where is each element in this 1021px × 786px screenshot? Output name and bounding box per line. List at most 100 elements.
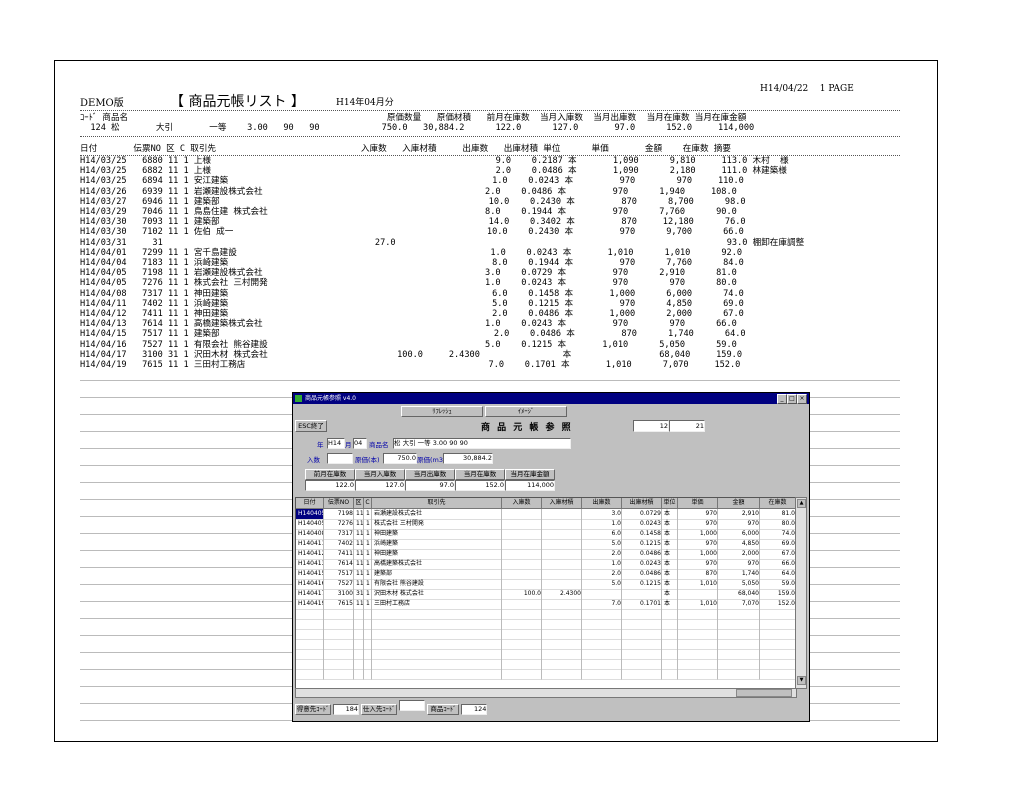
grid-header[interactable]: 在庫数: [760, 498, 796, 509]
status-product-label: 商品ｺｰﾄﾞ: [427, 704, 460, 715]
summary-header: ｺｰﾄﾞ 商品名 原価数量 原価材積 前月在庫数 当月入庫数 当月出庫数 当月在…: [80, 113, 747, 123]
image-button[interactable]: ｲﾒｰｼﾞ: [485, 406, 567, 417]
report-row: H14/04/17 3100 31 1 沢田木材 株式会社 100.0 2.43…: [80, 349, 742, 360]
report-row: H14/03/26 6939 11 1 岩瀬建設株式会社 2.0 0.0486 …: [80, 186, 737, 197]
grid-empty-cell[interactable]: [542, 669, 582, 680]
grid-header[interactable]: 単価: [678, 498, 718, 509]
summary-head: 当月入庫数: [355, 469, 405, 480]
report-row: H14/03/25 6882 11 1 上様 2.0 0.0486 本 1,09…: [80, 166, 787, 177]
minimize-button[interactable]: _: [777, 394, 787, 404]
summary-value: 122.0: [305, 480, 355, 491]
summary-head: 当月出庫数: [405, 469, 455, 480]
genka-label: 原価(本): [355, 456, 380, 464]
grid-header[interactable]: 区: [354, 498, 364, 509]
status-customer: 得意先ｺｰﾄﾞ 184 仕入先ｺｰﾄﾞ 商品ｺｰﾄﾞ 124: [295, 700, 488, 715]
report-row: H14/03/27 6946 11 1 建築部 10.0 0.2430 本 87…: [80, 196, 746, 207]
grid-empty-cell[interactable]: [354, 669, 364, 680]
zaiseki-label: 原価(m3): [417, 456, 446, 464]
report-title: 【 商品元帳リスト 】: [170, 94, 305, 110]
status-customer-value: 184: [333, 704, 360, 715]
grid-header[interactable]: 入庫材積: [542, 498, 582, 509]
grid-header[interactable]: 取引先: [372, 498, 502, 509]
grid-header[interactable]: 日付: [296, 498, 324, 509]
counter-b: 21: [669, 420, 705, 432]
product-label: 商品名: [369, 441, 389, 449]
report-row: H14/04/05 7276 11 1 株式会社 三村開発 1.0 0.0243…: [80, 278, 737, 289]
year-field[interactable]: H14: [327, 438, 345, 449]
scroll-down-icon[interactable]: ▼: [797, 676, 806, 685]
status-supplier-label: 仕入先ｺｰﾄﾞ: [361, 704, 398, 715]
title-bar[interactable]: 商品元帳参照 v4.0 _ □ ×: [293, 393, 809, 404]
report-row: H14/04/04 7183 11 1 浜崎建築 8.0 0.1944 本 97…: [80, 258, 744, 268]
summary-value: 97.0: [405, 480, 455, 491]
report-row: H14/04/16 7527 11 1 有限会社 熊谷建設 5.0 0.1215…: [80, 339, 737, 350]
divider: [80, 110, 900, 111]
summary-head: 当月在庫金額: [505, 469, 555, 480]
horizontal-scrollbar[interactable]: [295, 688, 797, 698]
ledger-window[interactable]: 商品元帳参照 v4.0 _ □ × ﾘﾌﾚｯｼｭ ｲﾒｰｼﾞ ESC終了 商 品…: [292, 392, 810, 722]
window-heading: 商 品 元 帳 参 照: [481, 423, 573, 433]
nyuko-label: 入数: [307, 456, 320, 464]
scroll-thumb[interactable]: [736, 689, 792, 697]
year-label: 年: [317, 441, 324, 449]
report-row: H14/03/30 7093 11 1 建築部 14.0 0.3402 本 87…: [80, 217, 746, 228]
grid-empty-cell[interactable]: [662, 669, 678, 680]
summary-head: 当月在庫数: [455, 469, 505, 480]
report-row: H14/03/31 31 27.0 93.0 棚卸在庫調整: [80, 237, 805, 248]
report-row: H14/04/05 7198 11 1 岩瀬建設株式会社 3.0 0.0729 …: [80, 268, 737, 279]
counter-a: 12: [633, 420, 669, 432]
summary-head: 前月在庫数: [305, 469, 355, 480]
esc-exit-button[interactable]: ESC終了: [295, 420, 327, 432]
close-button[interactable]: ×: [797, 394, 807, 404]
grid-header[interactable]: 伝票NO: [324, 498, 354, 509]
summary-value: 152.0: [455, 480, 505, 491]
ledger-grid[interactable]: 日付 伝票NO 区 C 取引先 入庫数 入庫材積 出庫数 出庫材積 単位 単価 金額 在庫数 H14040…: [295, 497, 797, 689]
grid-empty-cell[interactable]: [502, 669, 542, 680]
report-page: 1 PAGE: [819, 84, 854, 94]
grid-header[interactable]: 金額: [718, 498, 760, 509]
ruled-line: [80, 380, 900, 381]
window-title: 商品元帳参照 v4.0: [305, 395, 357, 402]
demo-label: DEMO版: [80, 98, 124, 109]
grid-header[interactable]: 出庫数: [582, 498, 622, 509]
grid-empty-cell[interactable]: [372, 669, 502, 680]
grid-empty-cell[interactable]: [760, 669, 796, 680]
report-row: H14/03/25 6880 11 1 上様 9.0 0.2187 本 1,09…: [80, 156, 789, 166]
grid-header[interactable]: 出庫材積: [622, 498, 662, 509]
report-month: H14年04月分: [336, 98, 394, 108]
scroll-up-icon[interactable]: ▲: [797, 499, 806, 508]
refresh-button[interactable]: ﾘﾌﾚｯｼｭ: [401, 406, 483, 417]
app-icon: [295, 395, 302, 402]
vertical-scrollbar[interactable]: ▲ ▼: [795, 497, 807, 689]
summary-values: 124 松 大引 一等 3.00 90 90 750.0 30,884.2 12…: [80, 123, 755, 133]
maximize-button[interactable]: □: [787, 394, 797, 404]
grid-empty-cell[interactable]: [582, 669, 622, 680]
month-label: 月: [345, 441, 352, 449]
report-row: H14/04/15 7517 11 1 建築部 2.0 0.0486 本 870…: [80, 329, 746, 340]
report-row: H14/03/29 7046 11 1 鳥島住建 株式会社 8.0 0.1944…: [80, 207, 737, 217]
grid-header[interactable]: 単位: [662, 498, 678, 509]
report-row: H14/04/08 7317 11 1 神田建築 6.0 0.1458 本 1,…: [80, 288, 744, 299]
report-row: H14/04/11 7402 11 1 浜崎建築 5.0 0.1215 本 97…: [80, 298, 744, 309]
grid-empty-cell[interactable]: [718, 669, 760, 680]
grid-empty-cell[interactable]: [324, 669, 354, 680]
report-date: H14/04/22 1 PAGE: [760, 84, 854, 94]
grid-empty-cell[interactable]: [678, 669, 718, 680]
status-customer-label: 得意先ｺｰﾄﾞ: [295, 704, 331, 715]
grid-header[interactable]: C: [364, 498, 372, 509]
report-row: H14/03/30 7102 11 1 佐伯 成一 10.0 0.2430 本 …: [80, 227, 744, 238]
report-row: H14/04/13 7614 11 1 高橋建築株式会社 1.0 0.0243 …: [80, 319, 737, 330]
nyuko-field[interactable]: [327, 453, 353, 464]
grid-empty-cell[interactable]: [364, 669, 372, 680]
grid-empty-cell[interactable]: [622, 669, 662, 680]
report-row: H14/03/25 6894 11 1 安江建築 1.0 0.0243 本 97…: [80, 176, 744, 187]
genka-field[interactable]: 750.0: [383, 453, 417, 464]
month-field[interactable]: 04: [353, 438, 367, 449]
summary-value: 114,000: [505, 480, 555, 491]
grid-header[interactable]: 入庫数: [502, 498, 542, 509]
report-row: H14/04/19 7615 11 1 三田村工務店 7.0 0.1701 本 …: [80, 360, 741, 370]
grid-empty-cell[interactable]: [296, 669, 324, 680]
zaiseki-field[interactable]: 30,884.2: [443, 453, 493, 464]
product-field[interactable]: 松 大引 一等 3.00 90 90: [393, 438, 571, 449]
report-row: H14/04/01 7299 11 1 宮千島建設 1.0 0.0243 本 1…: [80, 247, 743, 258]
